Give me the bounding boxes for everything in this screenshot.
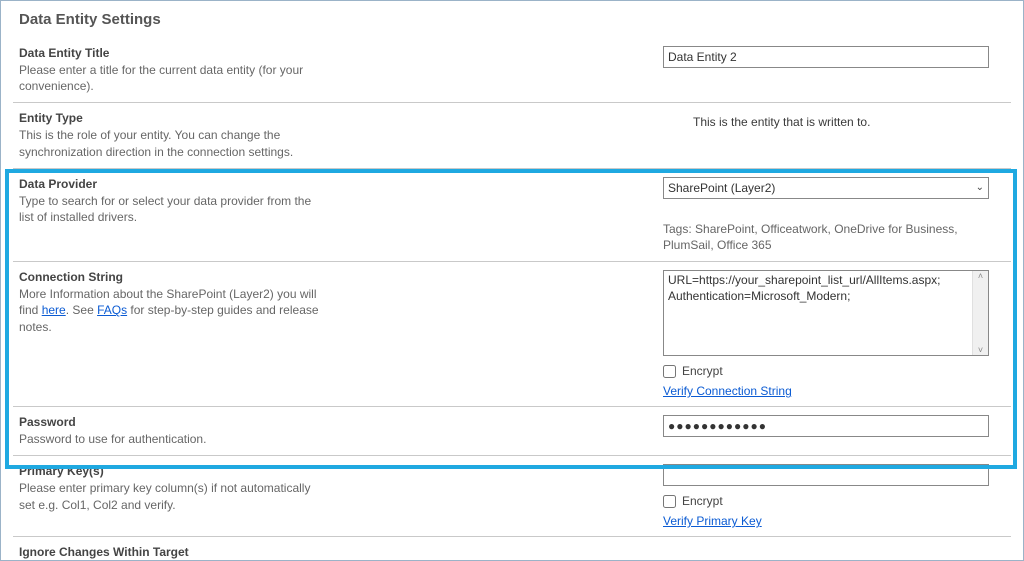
settings-panel: Data Entity Settings Data Entity Title P… (0, 0, 1024, 561)
encrypt-connection-label: Encrypt (682, 364, 723, 378)
entity-type-value: This is the entity that is written to. (663, 111, 1001, 129)
section-data-provider: Data Provider Type to search for or sele… (13, 168, 1011, 261)
cs-desc-mid: . See (66, 303, 97, 317)
password-input[interactable] (663, 415, 989, 437)
data-provider-tags: Tags: SharePoint, Officeatwork, OneDrive… (663, 221, 989, 253)
title-label: Data Entity Title (19, 46, 323, 60)
connection-string-label: Connection String (19, 270, 323, 284)
title-desc: Please enter a title for the current dat… (19, 62, 323, 94)
section-ignore-changes: Ignore Changes Within Target (13, 536, 1011, 561)
primary-key-label: Primary Key(s) (19, 464, 323, 478)
entity-type-desc: This is the role of your entity. You can… (19, 127, 323, 159)
primary-key-desc: Please enter primary key column(s) if no… (19, 480, 323, 512)
data-provider-label: Data Provider (19, 177, 323, 191)
section-password: Password Password to use for authenticat… (13, 406, 1011, 455)
data-provider-desc: Type to search for or select your data p… (19, 193, 323, 225)
here-link[interactable]: here (42, 303, 66, 317)
ignore-changes-label: Ignore Changes Within Target (19, 545, 323, 559)
primary-key-input[interactable] (663, 464, 989, 486)
verify-connection-string-link[interactable]: Verify Connection String (663, 384, 792, 398)
page-title: Data Entity Settings (19, 11, 1011, 28)
scroll-up-icon[interactable]: ˄ (978, 271, 983, 281)
data-provider-selected: SharePoint (Layer2) (668, 181, 775, 195)
section-connection-string: Connection String More Information about… (13, 261, 1011, 406)
password-desc: Password to use for authentication. (19, 431, 323, 447)
connection-string-value: URL=https://your_sharepoint_list_url/All… (664, 271, 988, 306)
encrypt-primary-key-checkbox[interactable] (663, 495, 676, 508)
encrypt-primary-key-label: Encrypt (682, 494, 723, 508)
verify-primary-key-link[interactable]: Verify Primary Key (663, 514, 762, 528)
connection-string-desc: More Information about the SharePoint (L… (19, 286, 323, 335)
password-label: Password (19, 415, 323, 429)
connection-string-textarea[interactable]: URL=https://your_sharepoint_list_url/All… (663, 270, 989, 356)
chevron-down-icon: ⌄ (976, 182, 984, 193)
entity-type-label: Entity Type (19, 111, 323, 125)
section-data-entity-title: Data Entity Title Please enter a title f… (13, 38, 1011, 102)
textarea-scrollbar[interactable]: ˄ ˅ (972, 271, 988, 355)
scroll-down-icon[interactable]: ˅ (978, 345, 983, 355)
section-entity-type: Entity Type This is the role of your ent… (13, 102, 1011, 167)
encrypt-connection-checkbox[interactable] (663, 365, 676, 378)
faqs-link[interactable]: FAQs (97, 303, 127, 317)
title-input[interactable] (663, 46, 989, 68)
data-provider-select[interactable]: SharePoint (Layer2) ⌄ (663, 177, 989, 199)
section-primary-key: Primary Key(s) Please enter primary key … (13, 455, 1011, 536)
